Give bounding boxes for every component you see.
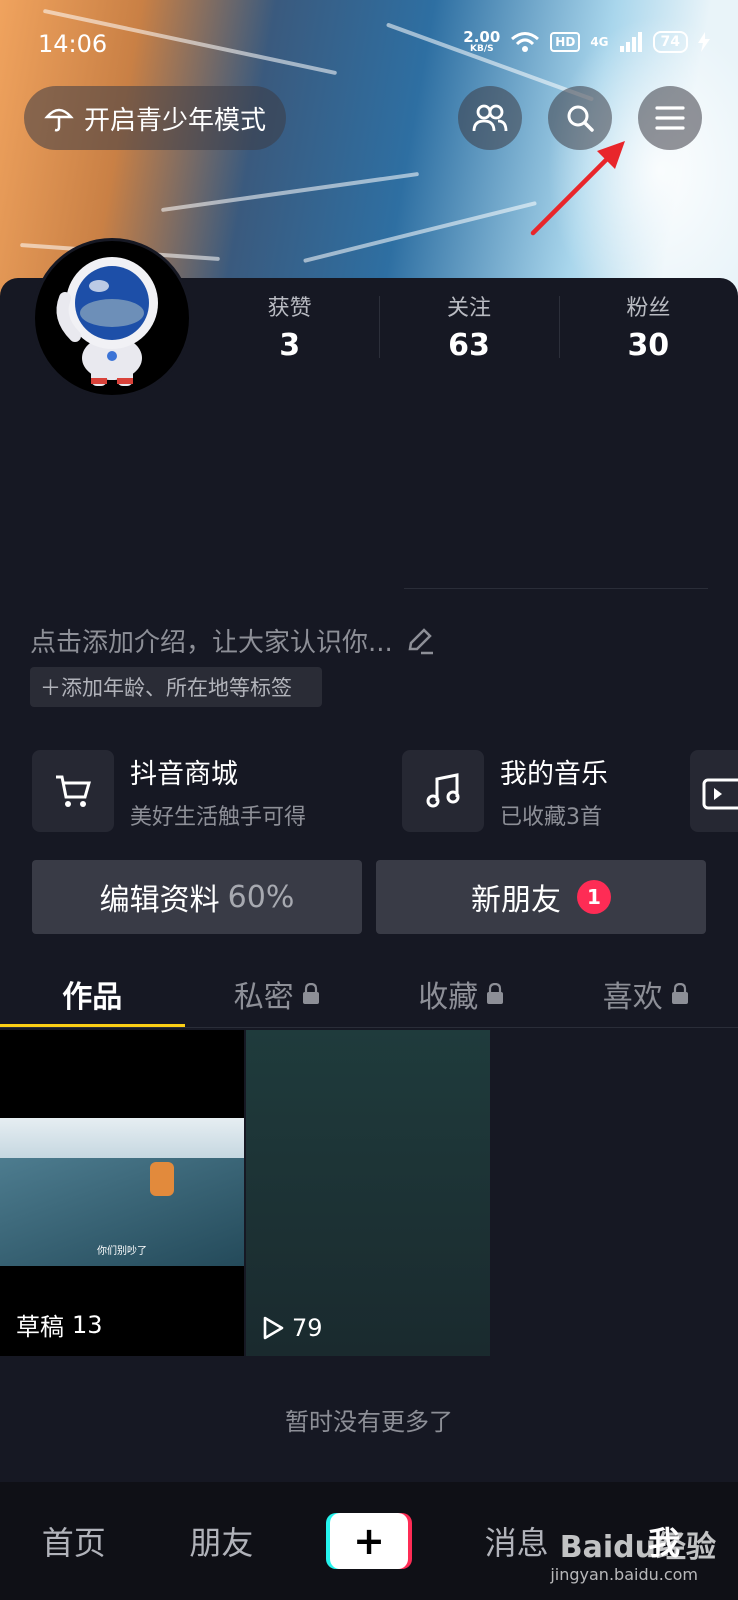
video-item[interactable]: 79: [246, 1030, 490, 1356]
tabs-border: [0, 1027, 738, 1028]
tab-private[interactable]: 私密: [185, 960, 370, 1028]
edit-pencil-icon[interactable]: [405, 626, 435, 656]
draft-count: 13: [72, 1310, 103, 1339]
tab-works[interactable]: 作品: [0, 960, 185, 1028]
content-tabs: 作品 私密 收藏 喜欢: [0, 960, 738, 1028]
watermark: Baidu经验: [559, 1530, 716, 1565]
feature-subtitle: 美好生活触手可得: [130, 804, 307, 830]
charging-icon: [698, 32, 710, 52]
stat-following[interactable]: 关注 63: [379, 290, 558, 363]
wifi-icon: [511, 32, 540, 52]
edit-profile-label: 编辑资料: [99, 883, 220, 918]
status-time: 14:06: [38, 30, 108, 58]
youth-mode-label: 开启青少年模式: [84, 105, 267, 136]
draft-label: 草稿: [16, 1313, 64, 1341]
menu-icon: [655, 106, 685, 130]
status-bar: 14:06 2.00 KB/S HD 4G 74: [0, 0, 738, 90]
annotation-arrow-icon: [530, 141, 625, 236]
stat-likes[interactable]: 获赞 3: [200, 290, 379, 363]
intro-row[interactable]: 点击添加介绍，让大家认识你...: [30, 622, 435, 659]
play-count-overlay: 79: [262, 1314, 323, 1342]
play-icon: [263, 1316, 284, 1340]
friends-icon: [472, 104, 508, 132]
new-friends-label: 新朋友: [471, 883, 561, 918]
intro-placeholder: 点击添加介绍，让大家认识你...: [30, 628, 393, 658]
draft-overlay: 草稿 13: [16, 1307, 103, 1342]
lock-icon: [671, 983, 688, 1004]
create-button[interactable]: +: [329, 1513, 408, 1569]
feature-music[interactable]: 我的音乐 已收藏3首: [402, 750, 608, 832]
profile-completion: 60%: [227, 879, 295, 915]
feature-more[interactable]: [690, 750, 738, 832]
divider: [404, 588, 708, 589]
feature-subtitle: 已收藏3首: [500, 804, 602, 830]
signal-icon: [619, 32, 642, 52]
watermark-url: jingyan.baidu.com: [550, 1565, 698, 1584]
nav-friends[interactable]: 朋友: [148, 1518, 296, 1564]
status-icons: 2.00 KB/S HD 4G 74: [463, 30, 710, 54]
feature-shop[interactable]: 抖音商城 美好生活触手可得: [32, 750, 306, 832]
youth-mode-button[interactable]: 开启青少年模式: [24, 86, 286, 150]
nav-create[interactable]: +: [295, 1513, 443, 1569]
umbrella-icon: [44, 108, 74, 132]
search-icon: [567, 105, 594, 132]
hd-badge: HD: [550, 32, 581, 52]
video-thumbnail: 你们别吵了: [0, 1118, 244, 1266]
profile-stats: 获赞 3 关注 63 粉丝 30: [200, 290, 738, 363]
add-tags-chip[interactable]: ＋添加年龄、所在地等标签: [30, 667, 322, 707]
music-icon: [426, 773, 460, 808]
network-type: 4G: [590, 35, 609, 49]
feature-title: 我的音乐: [500, 758, 608, 790]
video-draft[interactable]: 你们别吵了 草稿 13: [0, 1030, 244, 1356]
avatar[interactable]: [32, 238, 192, 398]
nav-home[interactable]: 首页: [0, 1518, 148, 1564]
friends-button[interactable]: [458, 86, 522, 150]
cart-icon: [56, 775, 91, 807]
astronaut-avatar-icon: [56, 257, 158, 386]
tv-icon: [702, 778, 738, 810]
stat-followers[interactable]: 粉丝 30: [558, 290, 738, 363]
notification-badge: 1: [577, 880, 611, 914]
end-of-list-text: 暂时没有更多了: [285, 1408, 453, 1436]
edit-profile-button[interactable]: 编辑资料 60%: [32, 860, 362, 934]
menu-button[interactable]: [638, 86, 702, 150]
play-count: 79: [292, 1314, 323, 1342]
tab-likes[interactable]: 喜欢: [554, 960, 738, 1028]
feature-title: 抖音商城: [130, 758, 238, 790]
new-friends-button[interactable]: 新朋友 1: [376, 860, 706, 934]
net-speed: 2.00 KB/S: [463, 28, 501, 54]
lock-icon: [302, 983, 319, 1004]
battery-indicator: 74: [652, 31, 688, 53]
lock-icon: [487, 983, 504, 1004]
tab-favorites[interactable]: 收藏: [369, 960, 554, 1028]
video-subtitle: 你们别吵了: [97, 1246, 147, 1257]
